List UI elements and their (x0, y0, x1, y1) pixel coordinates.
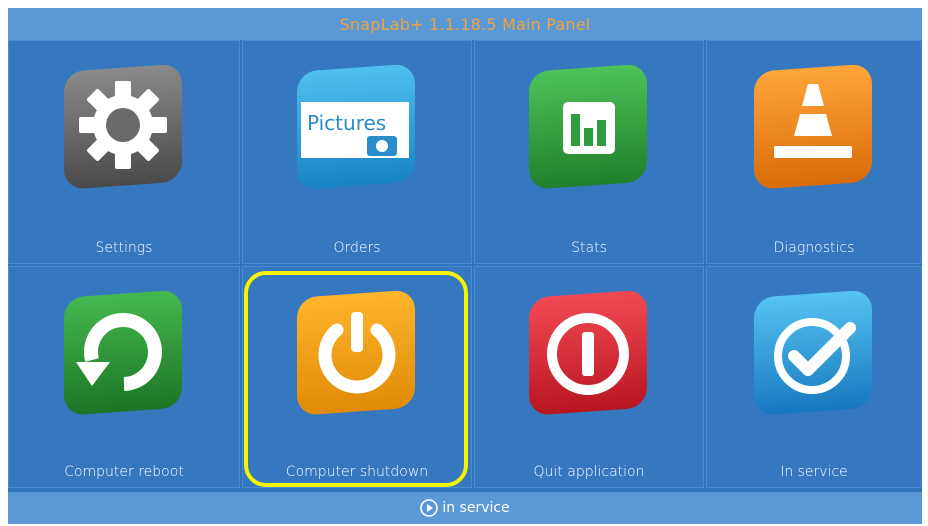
bar-chart-icon (525, 62, 653, 212)
computer-reboot-tile[interactable]: Computer reboot (8, 266, 240, 488)
tile-label: Computer shutdown (285, 464, 429, 480)
main-panel: SnapLab+ 1.1.18.5 Main Panel Settings Pi… (8, 8, 922, 524)
tile-grid: Settings Pictures Orders Stats Diagnosti… (8, 40, 922, 488)
status-bar: in service (8, 492, 922, 524)
window-title: SnapLab+ 1.1.18.5 Main Panel (8, 8, 922, 40)
in-service-tile[interactable]: In service (706, 266, 922, 488)
pictures-text: Pictures (307, 111, 386, 135)
tile-label: Settings (95, 240, 153, 256)
exit-icon (525, 288, 653, 438)
tile-label: Diagnostics (773, 240, 855, 256)
settings-tile[interactable]: Settings (8, 40, 240, 264)
gear-icon (60, 62, 188, 212)
stats-tile[interactable]: Stats (474, 40, 704, 264)
computer-shutdown-tile[interactable]: Computer shutdown (242, 266, 472, 488)
power-icon (293, 288, 421, 438)
diagnostics-tile[interactable]: Diagnostics (706, 40, 922, 264)
checkmark-icon (750, 288, 878, 438)
pictures-folder-icon: Pictures (293, 62, 421, 212)
tile-label: Computer reboot (64, 464, 184, 480)
quit-application-tile[interactable]: Quit application (474, 266, 704, 488)
tile-label: Quit application (533, 464, 645, 480)
tile-label: In service (780, 464, 848, 480)
tile-label: Orders (333, 240, 381, 256)
orders-tile[interactable]: Pictures Orders (242, 40, 472, 264)
reboot-arrow-icon (60, 288, 188, 438)
play-circle-icon[interactable] (420, 499, 439, 517)
tile-label: Stats (571, 240, 607, 256)
traffic-cone-icon (750, 62, 878, 212)
service-status: in service (442, 500, 510, 516)
